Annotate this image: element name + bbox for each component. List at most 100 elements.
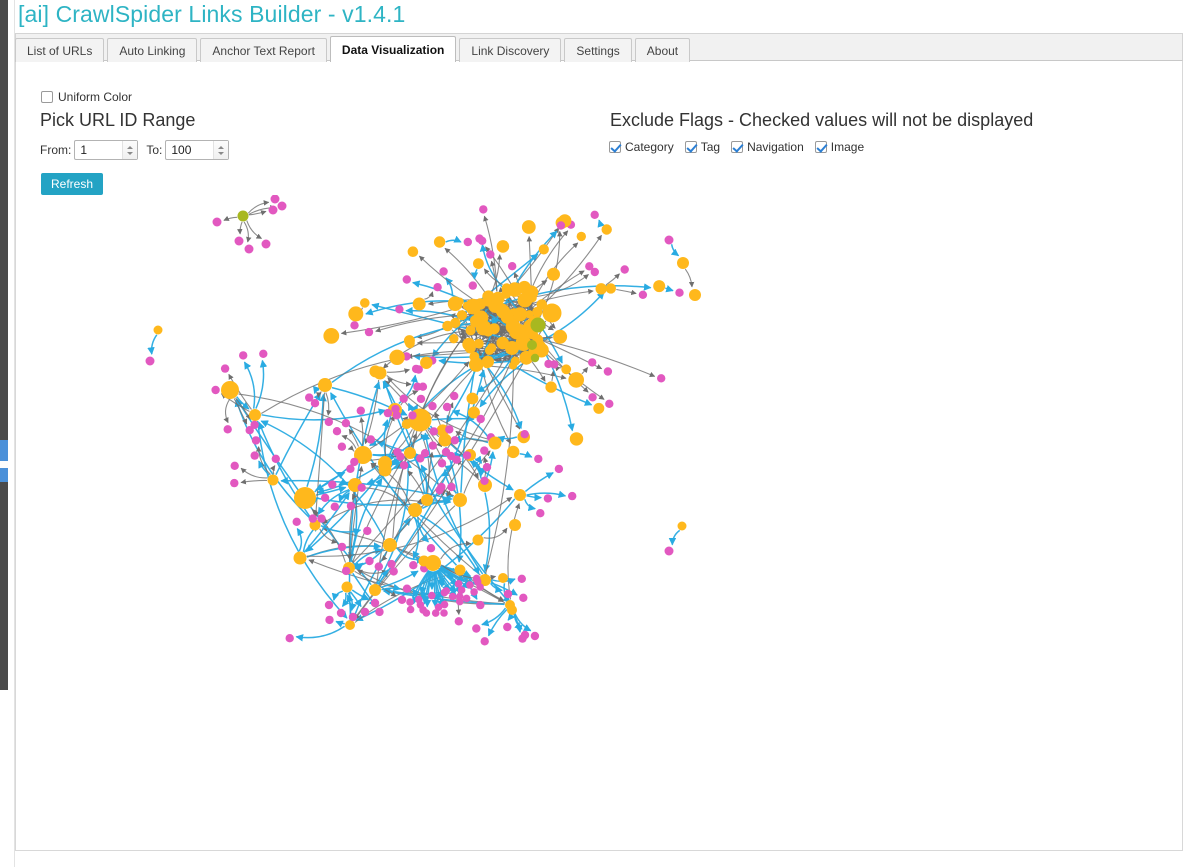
graph-node[interactable] xyxy=(480,446,489,455)
exclude-flag-tag-checkbox[interactable] xyxy=(684,141,697,153)
graph-node[interactable] xyxy=(605,283,616,294)
graph-node[interactable] xyxy=(270,195,280,204)
graph-node[interactable] xyxy=(469,357,484,372)
graph-node[interactable] xyxy=(374,562,383,571)
from-stepper[interactable]: 1 xyxy=(74,140,139,160)
graph-node[interactable] xyxy=(317,514,326,523)
graph-node[interactable] xyxy=(396,452,405,461)
tab-list-of-urls[interactable]: List of URLs xyxy=(15,38,105,62)
graph-node[interactable] xyxy=(449,334,459,344)
graph-node[interactable] xyxy=(462,301,471,310)
graph-node[interactable] xyxy=(510,356,520,366)
graph-node[interactable] xyxy=(431,609,440,617)
from-stepper-arrows[interactable] xyxy=(122,141,138,159)
graph-node[interactable] xyxy=(230,461,239,470)
graph-node[interactable] xyxy=(550,360,559,369)
graph-node[interactable] xyxy=(498,573,508,583)
graph-node[interactable] xyxy=(507,605,517,615)
graph-node[interactable] xyxy=(360,298,370,308)
graph-node[interactable] xyxy=(440,609,448,617)
graph-node[interactable] xyxy=(397,595,407,604)
graph-node[interactable] xyxy=(509,324,525,340)
graph-node[interactable] xyxy=(593,402,605,414)
graph-node[interactable] xyxy=(415,595,423,604)
graph-node[interactable] xyxy=(337,542,347,552)
graph-node[interactable] xyxy=(677,257,689,269)
graph-node[interactable] xyxy=(369,584,381,596)
graph-node[interactable] xyxy=(590,210,599,219)
graph-node[interactable] xyxy=(403,335,415,347)
graph-node[interactable] xyxy=(553,329,568,344)
graph-node[interactable] xyxy=(448,592,457,601)
graph-node[interactable] xyxy=(576,231,586,242)
graph-node[interactable] xyxy=(153,325,163,335)
graph-node[interactable] xyxy=(223,425,232,434)
graph-node[interactable] xyxy=(675,288,684,297)
graph-node[interactable] xyxy=(370,598,380,608)
graph-node[interactable] xyxy=(389,567,398,576)
tab-about[interactable]: About xyxy=(634,38,691,62)
graph-node[interactable] xyxy=(456,597,464,606)
graph-node[interactable] xyxy=(406,598,414,606)
graph-node[interactable] xyxy=(318,378,332,392)
graph-node[interactable] xyxy=(437,459,447,468)
graph-node[interactable] xyxy=(438,433,452,447)
graph-node[interactable] xyxy=(505,341,519,355)
graph-node[interactable] xyxy=(439,267,448,276)
graph-node[interactable] xyxy=(462,594,471,603)
graph-node[interactable] xyxy=(480,637,489,646)
graph-node[interactable] xyxy=(399,394,408,403)
graph-node[interactable] xyxy=(472,534,484,546)
graph-node[interactable] xyxy=(568,372,584,388)
graph-node[interactable] xyxy=(336,608,346,618)
graph-node[interactable] xyxy=(426,544,436,553)
graph-node[interactable] xyxy=(293,551,307,565)
graph-node[interactable] xyxy=(468,281,477,290)
graph-node[interactable] xyxy=(389,349,405,365)
exclude-flag-tag[interactable]: Tag xyxy=(684,140,720,154)
graph-node[interactable] xyxy=(520,430,529,439)
graph-node[interactable] xyxy=(440,588,449,597)
graph-node[interactable] xyxy=(454,617,463,626)
graph-node[interactable] xyxy=(245,426,254,435)
graph-node[interactable] xyxy=(350,321,359,330)
graph-node[interactable] xyxy=(428,591,436,600)
graph-node[interactable] xyxy=(292,517,301,526)
to-stepper-arrows[interactable] xyxy=(213,141,229,159)
graph-node[interactable] xyxy=(595,283,607,295)
graph-node[interactable] xyxy=(402,584,412,593)
graph-node[interactable] xyxy=(277,201,287,211)
graph-node[interactable] xyxy=(406,605,415,614)
graph-node[interactable] xyxy=(547,267,560,281)
graph-node[interactable] xyxy=(409,561,418,570)
to-stepper-down-icon[interactable] xyxy=(218,151,225,155)
graph-node[interactable] xyxy=(428,401,437,411)
graph-node[interactable] xyxy=(545,381,557,393)
graph-node[interactable] xyxy=(519,593,528,602)
graph-node[interactable] xyxy=(251,436,261,445)
graph-node[interactable] xyxy=(653,280,666,293)
graph-node[interactable] xyxy=(542,303,562,323)
graph-node[interactable] xyxy=(450,317,461,328)
exclude-flag-image[interactable]: Image xyxy=(814,140,864,154)
graph-node[interactable] xyxy=(462,451,472,460)
graph-node[interactable] xyxy=(212,217,222,227)
graph-node[interactable] xyxy=(249,409,261,421)
graph-node[interactable] xyxy=(330,502,339,511)
graph-node[interactable] xyxy=(308,514,317,523)
exclude-flag-navigation[interactable]: Navigation xyxy=(731,140,804,154)
graph-node[interactable] xyxy=(470,588,478,596)
graph-node[interactable] xyxy=(530,317,546,333)
graph-node[interactable] xyxy=(484,345,495,355)
graph-node[interactable] xyxy=(346,464,355,473)
graph-node[interactable] xyxy=(476,583,484,591)
graph-node[interactable] xyxy=(145,356,155,366)
graph-node[interactable] xyxy=(480,476,489,485)
graph-node[interactable] xyxy=(383,538,397,552)
graph-node[interactable] xyxy=(488,436,502,450)
graph-node[interactable] xyxy=(357,483,366,492)
graph-node[interactable] xyxy=(375,607,384,617)
graph-node[interactable] xyxy=(234,236,244,246)
exclude-flag-category[interactable]: Category xyxy=(609,140,674,154)
graph-node[interactable] xyxy=(530,631,540,641)
